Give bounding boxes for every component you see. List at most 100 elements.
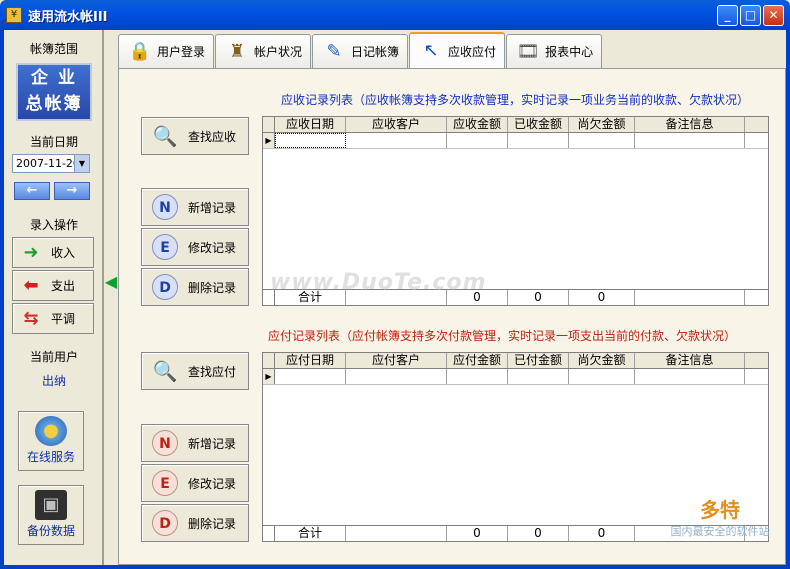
magnifier-icon: 🔍 <box>152 359 178 383</box>
column-header[interactable]: 应收金额 <box>447 117 508 132</box>
add-receivable-button[interactable]: N 新增记录 <box>141 188 249 226</box>
report-icon: 🎞 <box>516 40 540 62</box>
expense-label: 支出 <box>51 279 76 293</box>
column-header[interactable]: 已付金额 <box>508 353 569 368</box>
tab-receivable-payable[interactable]: ↖ 应收应付 <box>409 32 506 68</box>
backup-label: 备份数据 <box>26 524 75 538</box>
e-icon: E <box>152 234 178 260</box>
chevron-down-icon[interactable]: ▼ <box>74 155 89 172</box>
column-header[interactable]: 尚欠金额 <box>569 117 635 132</box>
tab-user-login[interactable]: 🔒 用户登录 <box>118 34 215 68</box>
user-label: 当前用户 <box>29 350 78 364</box>
receivable-title: 应收记录列表（应收帐簿支持多次收款管理，实时记录一项业务当前的收款、欠款状况） <box>281 93 750 107</box>
row-indicator-icon: ▶ <box>263 133 275 148</box>
column-header[interactable]: 应付客户 <box>346 353 447 368</box>
sidebar: 帐簿范围 企 业 总帐簿 当前日期 2007-11-20 ▼ ← → 录入操作 … <box>4 30 104 565</box>
table-row[interactable]: ▶ <box>263 369 768 385</box>
table-header: 应收日期 应收客户 应收金额 已收金额 尚欠金额 备注信息 <box>263 117 768 133</box>
tab-journal[interactable]: ✎ 日记帐簿 <box>312 34 409 68</box>
backup-button[interactable]: ▣ 备份数据 <box>18 485 84 545</box>
window-title: 速用流水帐III <box>28 9 108 25</box>
total-label: 合计 <box>275 526 346 541</box>
edit-receivable-button[interactable]: E 修改记录 <box>141 228 249 266</box>
logo-line1: 企 业 <box>31 68 77 88</box>
app-icon: ¥ <box>6 7 22 23</box>
edit-receivable-label: 修改记录 <box>188 240 237 255</box>
column-header[interactable]: 尚欠金额 <box>569 353 635 368</box>
delete-payable-button[interactable]: D 删除记录 <box>141 504 249 542</box>
prev-date-button[interactable]: ← <box>14 182 50 200</box>
corner-logo-line1: 多特 <box>700 498 740 522</box>
account-icon: ♜ <box>228 40 246 62</box>
minimize-button[interactable]: _ <box>717 5 738 26</box>
left-arrow-icon: ⬅ <box>23 274 39 296</box>
tab-label: 日记帐簿 <box>351 45 400 59</box>
collapse-sidebar-icon[interactable]: ◀ <box>104 270 118 294</box>
watermark: www.DuoTe.com <box>270 270 487 295</box>
find-receivable-label: 查找应收 <box>188 129 237 144</box>
magnifier-icon: 🔍 <box>152 124 178 148</box>
user-login-icon: 🔒 <box>128 40 152 62</box>
column-header[interactable]: 备注信息 <box>635 117 745 132</box>
title-bar: ¥ 速用流水帐III _ □ ✕ <box>0 0 790 30</box>
total-owed: 0 <box>569 290 635 305</box>
journal-icon: ✎ <box>326 40 342 62</box>
logo-line2: 总帐簿 <box>25 94 83 114</box>
n-icon: N <box>152 430 178 456</box>
column-header[interactable]: 备注信息 <box>635 353 745 368</box>
column-header[interactable]: 应付日期 <box>275 353 346 368</box>
column-header[interactable]: 已收金额 <box>508 117 569 132</box>
find-payable-label: 查找应付 <box>188 364 237 379</box>
date-select[interactable]: 2007-11-20 ▼ <box>12 154 90 173</box>
scope-label: 帐簿范围 <box>29 42 78 56</box>
column-header[interactable]: 应付金额 <box>447 353 508 368</box>
total-owed: 0 <box>569 526 635 541</box>
tab-report-center[interactable]: 🎞 报表中心 <box>506 34 603 68</box>
column-header[interactable]: 应收日期 <box>275 117 346 132</box>
right-arrow-icon: ➜ <box>23 241 39 263</box>
table-row[interactable]: ▶ <box>263 133 768 149</box>
delete-receivable-button[interactable]: D 删除记录 <box>141 268 249 306</box>
find-payable-button[interactable]: 🔍 查找应付 <box>141 352 249 390</box>
d-icon: D <box>152 510 178 536</box>
total-amount: 0 <box>447 526 508 541</box>
tab-bar: 🔒 用户登录 ♜ 帐户状况 ✎ 日记帐簿 ↖ 应收应付 🎞 报表中心 <box>118 32 603 68</box>
column-header[interactable]: 应收客户 <box>346 117 447 132</box>
maximize-button[interactable]: □ <box>740 5 761 26</box>
date-label: 当前日期 <box>29 135 78 149</box>
tab-account-status[interactable]: ♜ 帐户状况 <box>215 34 312 68</box>
close-button[interactable]: ✕ <box>763 5 784 26</box>
add-payable-button[interactable]: N 新增记录 <box>141 424 249 462</box>
n-icon: N <box>152 194 178 220</box>
online-service-button[interactable]: ● 在线服务 <box>18 411 84 471</box>
tab-label: 报表中心 <box>545 45 594 59</box>
receivable-icon: ↖ <box>423 40 439 61</box>
globe-icon: ● <box>35 416 67 446</box>
transfer-label: 平调 <box>51 312 76 326</box>
d-icon: D <box>152 274 178 300</box>
next-date-button[interactable]: → <box>54 182 90 200</box>
income-label: 收入 <box>51 246 76 260</box>
income-button[interactable]: ➜ 收入 <box>12 237 94 268</box>
edit-payable-label: 修改记录 <box>188 476 237 491</box>
tab-label: 应收应付 <box>448 44 497 59</box>
row-indicator-icon: ▶ <box>263 369 275 384</box>
floppy-disk-icon: ▣ <box>35 490 67 520</box>
e-icon: E <box>152 470 178 496</box>
payable-title: 应付记录列表（应付帐簿支持多次付款管理，实时记录一项支出当前的付款、欠款状况） <box>268 329 737 343</box>
tab-label: 用户登录 <box>157 45 206 59</box>
total-paid: 0 <box>508 526 569 541</box>
find-receivable-button[interactable]: 🔍 查找应收 <box>141 117 249 155</box>
expense-button[interactable]: ⬅ 支出 <box>12 270 94 301</box>
transfer-button[interactable]: ⇆ 平调 <box>12 303 94 334</box>
add-payable-label: 新增记录 <box>188 436 237 451</box>
corner-logo-line2: 国内最安全的软件站 <box>670 525 770 538</box>
entry-label: 录入操作 <box>29 218 78 232</box>
ledger-logo-button[interactable]: 企 业 总帐簿 <box>16 63 92 121</box>
add-receivable-label: 新增记录 <box>188 200 237 215</box>
edit-payable-button[interactable]: E 修改记录 <box>141 464 249 502</box>
delete-receivable-label: 删除记录 <box>188 280 237 295</box>
tab-label: 帐户状况 <box>254 45 303 59</box>
corner-watermark-logo: 多特 国内最安全的软件站 <box>655 494 785 554</box>
table-header: 应付日期 应付客户 应付金额 已付金额 尚欠金额 备注信息 <box>263 353 768 369</box>
